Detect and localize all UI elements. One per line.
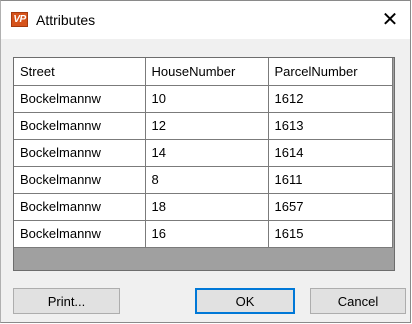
cell-housenumber[interactable]: 16 [144, 219, 269, 248]
cell-parcelnumber[interactable]: 1614 [267, 138, 393, 167]
column-header-parcelnumber[interactable]: ParcelNumber [267, 58, 393, 86]
cell-housenumber[interactable]: 8 [144, 165, 269, 194]
cell-housenumber[interactable]: 10 [144, 84, 269, 113]
attributes-table: Street HouseNumber ParcelNumber Bockelma… [14, 58, 393, 248]
cell-parcelnumber[interactable]: 1612 [267, 84, 393, 113]
cell-housenumber[interactable]: 12 [144, 111, 269, 140]
table-row[interactable]: Bockelmannw 12 1613 [14, 111, 393, 140]
app-logo-icon: VP [11, 12, 28, 27]
cancel-button[interactable]: Cancel [310, 288, 406, 314]
table-row[interactable]: Bockelmannw 16 1615 [14, 219, 393, 248]
cell-parcelnumber[interactable]: 1657 [267, 192, 393, 221]
cell-street[interactable]: Bockelmannw [14, 84, 146, 113]
cell-housenumber[interactable]: 14 [144, 138, 269, 167]
close-icon: ✕ [381, 9, 399, 31]
title-bar: VP Attributes ✕ [1, 1, 410, 39]
cell-street[interactable]: Bockelmannw [14, 138, 146, 167]
attributes-dialog: VP Attributes ✕ Street HouseNumber Parce… [0, 0, 411, 323]
cell-parcelnumber[interactable]: 1615 [267, 219, 393, 248]
cell-street[interactable]: Bockelmannw [14, 165, 146, 194]
table-row[interactable]: Bockelmannw 8 1611 [14, 165, 393, 194]
attributes-grid[interactable]: Street HouseNumber ParcelNumber Bockelma… [13, 57, 395, 271]
header-row: Street HouseNumber ParcelNumber [14, 58, 393, 86]
print-button[interactable]: Print... [13, 288, 120, 314]
cell-parcelnumber[interactable]: 1613 [267, 111, 393, 140]
ok-button[interactable]: OK [195, 288, 295, 314]
table-row[interactable]: Bockelmannw 14 1614 [14, 138, 393, 167]
cell-parcelnumber[interactable]: 1611 [267, 165, 393, 194]
table-row[interactable]: Bockelmannw 18 1657 [14, 192, 393, 221]
cell-street[interactable]: Bockelmannw [14, 219, 146, 248]
column-header-housenumber[interactable]: HouseNumber [144, 58, 269, 86]
dialog-title: Attributes [36, 12, 96, 28]
cell-street[interactable]: Bockelmannw [14, 192, 146, 221]
cell-housenumber[interactable]: 18 [144, 192, 269, 221]
column-header-street[interactable]: Street [14, 58, 146, 86]
close-button[interactable]: ✕ [370, 1, 410, 39]
cell-street[interactable]: Bockelmannw [14, 111, 146, 140]
table-row[interactable]: Bockelmannw 10 1612 [14, 84, 393, 113]
